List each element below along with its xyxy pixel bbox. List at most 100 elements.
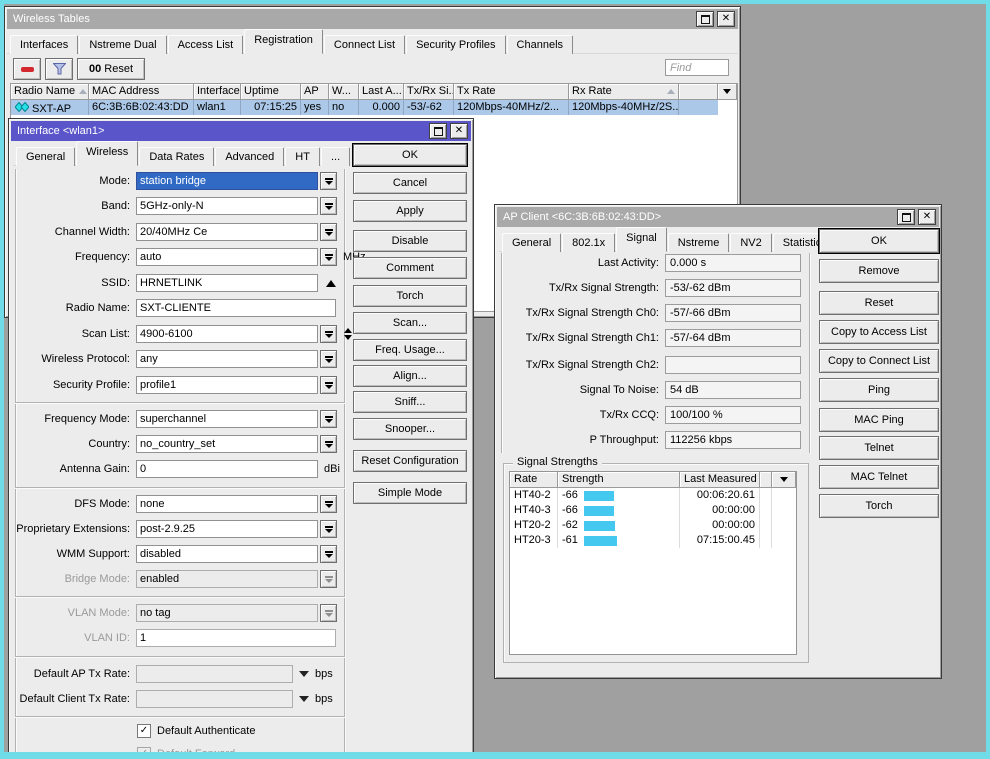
tab-interfaces[interactable]: Interfaces xyxy=(10,35,78,54)
freq-usage-button[interactable]: Freq. Usage... xyxy=(353,339,467,361)
antenna-gain-input[interactable]: 0 xyxy=(136,460,318,478)
copy-to-access-list-button[interactable]: Copy to Access List xyxy=(819,320,939,344)
wireless-protocol-combo-value[interactable]: any xyxy=(136,350,318,368)
column-header-w[interactable]: W... xyxy=(329,84,359,100)
combo-dropdown-icon[interactable] xyxy=(320,435,337,453)
scan-list-combo-value[interactable]: 4900-6100 xyxy=(136,325,318,343)
combo-dropdown-icon[interactable] xyxy=(320,376,337,394)
maximize-button[interactable] xyxy=(429,123,447,139)
filter-button[interactable] xyxy=(45,58,73,80)
signal-row[interactable]: HT40-3 -66 00:00:00 xyxy=(510,503,796,518)
tab-registration[interactable]: Registration xyxy=(244,29,323,54)
column-header-txrx-si[interactable]: Tx/Rx Si... xyxy=(404,84,454,100)
ok-button[interactable]: OK xyxy=(819,229,939,253)
close-button[interactable]: ✕ xyxy=(918,209,936,225)
band-combo-value[interactable]: 5GHz-only-N xyxy=(136,197,318,215)
combo-dropdown-icon[interactable] xyxy=(320,197,337,215)
security-profile-combo-value[interactable]: profile1 xyxy=(136,376,318,394)
table-row[interactable]: SXT-AP 6C:3B:6B:02:43:DD wlan1 07:15:25 … xyxy=(11,100,718,115)
column-header-last-measured[interactable]: Last Measured xyxy=(680,472,760,488)
dfs-mode-combo-value[interactable]: none xyxy=(136,495,318,513)
signal-row[interactable]: HT40-2 -66 00:06:20.61 xyxy=(510,488,796,503)
mac-telnet-button[interactable]: MAC Telnet xyxy=(819,465,939,489)
column-header-last-a[interactable]: Last A... xyxy=(359,84,404,100)
scan-button[interactable]: Scan... xyxy=(353,312,467,334)
tab-more[interactable]: ... xyxy=(321,147,350,166)
mac-ping-button[interactable]: MAC Ping xyxy=(819,408,939,432)
close-button[interactable]: ✕ xyxy=(450,123,468,139)
tab-signal[interactable]: Signal xyxy=(616,227,667,252)
snooper-button[interactable]: Snooper... xyxy=(353,418,467,440)
tab-8021x[interactable]: 802.1x xyxy=(562,233,615,252)
wireless-tables-titlebar[interactable]: Wireless Tables ✕ xyxy=(7,9,738,29)
column-header-rx-rate[interactable]: Rx Rate xyxy=(569,84,679,100)
combo-dropdown-icon[interactable] xyxy=(320,223,337,241)
tab-general[interactable]: General xyxy=(502,233,561,252)
column-chooser-button[interactable] xyxy=(772,472,796,488)
simple-mode-button[interactable]: Simple Mode xyxy=(353,482,467,504)
maximize-button[interactable] xyxy=(897,209,915,225)
chevron-down-icon[interactable] xyxy=(299,696,309,702)
channel-width-combo-value[interactable]: 20/40MHz Ce xyxy=(136,223,318,241)
ap-client-titlebar[interactable]: AP Client <6C:3B:6B:02:43:DD> ✕ xyxy=(497,207,939,227)
torch-button[interactable]: Torch xyxy=(819,494,939,518)
ok-button[interactable]: OK xyxy=(353,144,467,166)
cancel-button[interactable]: Cancel xyxy=(353,172,467,194)
combo-dropdown-icon[interactable] xyxy=(320,545,337,563)
reset-configuration-button[interactable]: Reset Configuration xyxy=(353,450,467,472)
radio-name-input[interactable]: SXT-CLIENTE xyxy=(136,299,336,317)
maximize-button[interactable] xyxy=(696,11,714,27)
column-header-interface[interactable]: Interface xyxy=(194,84,241,100)
ssid-input[interactable]: HRNETLINK xyxy=(136,274,318,292)
column-chooser-button[interactable] xyxy=(718,84,737,100)
wmm-support-combo-value[interactable]: disabled xyxy=(136,545,318,563)
mode-combo-value[interactable]: station bridge xyxy=(136,172,318,190)
default-authenticate-checkbox[interactable] xyxy=(137,724,151,738)
apply-button[interactable]: Apply xyxy=(353,200,467,222)
tab-wireless[interactable]: Wireless xyxy=(76,141,138,166)
disable-button[interactable]: Disable xyxy=(353,230,467,252)
column-header-mac-address[interactable]: MAC Address xyxy=(89,84,194,100)
remove-button[interactable]: Remove xyxy=(819,259,939,283)
tab-connect-list[interactable]: Connect List xyxy=(324,35,405,54)
frequency-combo-value[interactable]: auto xyxy=(136,248,318,266)
country-combo-value[interactable]: no_country_set xyxy=(136,435,318,453)
frequency-mode-combo-value[interactable]: superchannel xyxy=(136,410,318,428)
tab-access-list[interactable]: Access List xyxy=(168,35,244,54)
tab-channels[interactable]: Channels xyxy=(507,35,573,54)
column-header-radio-name[interactable]: Radio Name xyxy=(11,84,89,100)
remove-entry-button[interactable] xyxy=(13,58,41,80)
find-input[interactable] xyxy=(665,59,729,76)
copy-to-connect-list-button[interactable]: Copy to Connect List xyxy=(819,349,939,373)
tab-advanced[interactable]: Advanced xyxy=(215,147,284,166)
chevron-down-icon[interactable] xyxy=(299,671,309,677)
reset-button[interactable]: Reset xyxy=(819,291,939,315)
add-remove-spinner-icon[interactable] xyxy=(344,328,352,340)
torch-button[interactable]: Torch xyxy=(353,285,467,307)
column-header-rate[interactable]: Rate xyxy=(510,472,558,488)
combo-dropdown-icon[interactable] xyxy=(320,172,337,190)
combo-dropdown-icon[interactable] xyxy=(320,248,337,266)
tab-security-profiles[interactable]: Security Profiles xyxy=(406,35,505,54)
proprietary-extensions-combo-value[interactable]: post-2.9.25 xyxy=(136,520,318,538)
align-button[interactable]: Align... xyxy=(353,365,467,387)
combo-dropdown-icon[interactable] xyxy=(320,495,337,513)
telnet-button[interactable]: Telnet xyxy=(819,436,939,460)
column-header-uptime[interactable]: Uptime xyxy=(241,84,301,100)
combo-dropdown-icon[interactable] xyxy=(320,325,337,343)
tab-nstreme-dual[interactable]: Nstreme Dual xyxy=(79,35,166,54)
tab-nv2[interactable]: NV2 xyxy=(730,233,771,252)
reset-button[interactable]: 00 Reset xyxy=(77,58,145,80)
tab-ht[interactable]: HT xyxy=(285,147,320,166)
column-header-ap[interactable]: AP xyxy=(301,84,329,100)
combo-dropdown-icon[interactable] xyxy=(320,350,337,368)
interface-dialog-titlebar[interactable]: Interface <wlan1> ✕ xyxy=(11,121,471,141)
collapse-up-icon[interactable] xyxy=(326,280,336,287)
tab-general[interactable]: General xyxy=(16,147,75,166)
signal-row[interactable]: HT20-3 -61 07:15:00.45 xyxy=(510,533,796,548)
ping-button[interactable]: Ping xyxy=(819,378,939,402)
tab-nstreme[interactable]: Nstreme xyxy=(668,233,730,252)
combo-dropdown-icon[interactable] xyxy=(320,520,337,538)
signal-row[interactable]: HT20-2 -62 00:00:00 xyxy=(510,518,796,533)
combo-dropdown-icon[interactable] xyxy=(320,410,337,428)
